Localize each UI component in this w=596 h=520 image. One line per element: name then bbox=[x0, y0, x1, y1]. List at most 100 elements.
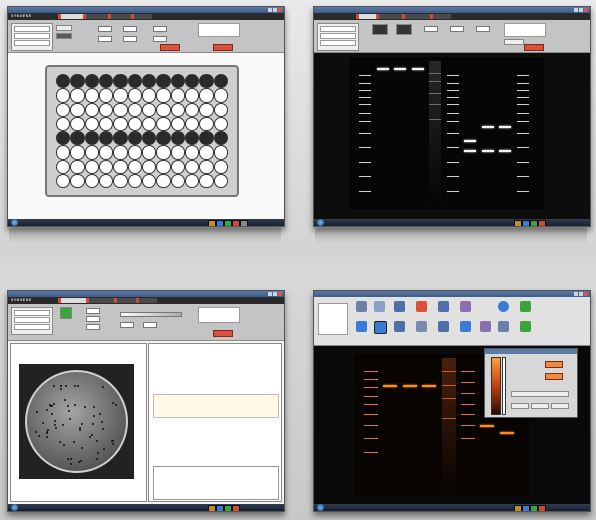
select-icon[interactable] bbox=[374, 321, 387, 334]
app-icon[interactable] bbox=[530, 220, 538, 226]
exposure-field[interactable] bbox=[98, 26, 112, 32]
app-icon[interactable] bbox=[538, 505, 546, 511]
tab-analysis[interactable] bbox=[86, 298, 115, 303]
arrow-icon[interactable] bbox=[520, 301, 531, 312]
brightness-slider[interactable] bbox=[120, 312, 182, 317]
capture-button[interactable] bbox=[213, 330, 233, 337]
app-icon[interactable] bbox=[232, 505, 240, 511]
camera-icon[interactable] bbox=[374, 301, 385, 312]
windows-start-icon[interactable] bbox=[317, 219, 324, 226]
tab-help[interactable] bbox=[430, 14, 451, 19]
tab-help[interactable] bbox=[136, 298, 157, 303]
iris-field[interactable] bbox=[143, 322, 157, 328]
camera-button[interactable] bbox=[60, 307, 72, 319]
minimize-icon[interactable] bbox=[574, 292, 578, 296]
tab-settings[interactable] bbox=[108, 14, 133, 19]
cancel-button[interactable] bbox=[531, 403, 549, 409]
image-icon[interactable] bbox=[438, 321, 449, 332]
tab-settings[interactable] bbox=[114, 298, 137, 303]
intensity-slider[interactable] bbox=[502, 357, 506, 415]
folder-icon[interactable] bbox=[514, 505, 522, 511]
tab-help[interactable] bbox=[131, 14, 152, 19]
iris-field[interactable] bbox=[123, 36, 137, 42]
aperture-field[interactable] bbox=[153, 26, 167, 32]
app-icon[interactable] bbox=[538, 220, 546, 226]
tab-capture[interactable] bbox=[58, 14, 85, 19]
tab-settings[interactable] bbox=[402, 14, 431, 19]
gain-field[interactable] bbox=[153, 36, 167, 42]
minimize-icon[interactable] bbox=[268, 8, 272, 12]
palette-select[interactable] bbox=[511, 391, 569, 397]
focus-field[interactable] bbox=[120, 322, 134, 328]
maximize-icon[interactable] bbox=[579, 8, 583, 12]
folder-icon[interactable] bbox=[208, 220, 216, 226]
list-item[interactable] bbox=[320, 33, 356, 39]
grid-icon[interactable] bbox=[438, 301, 449, 312]
tab-analysis[interactable] bbox=[376, 14, 403, 19]
list-item[interactable] bbox=[14, 26, 50, 32]
app-icon[interactable] bbox=[232, 220, 240, 226]
list-item[interactable] bbox=[320, 40, 356, 46]
minimize-icon[interactable] bbox=[268, 292, 272, 296]
app-icon[interactable] bbox=[240, 220, 248, 226]
print-icon[interactable] bbox=[394, 301, 405, 312]
maximize-icon[interactable] bbox=[579, 292, 583, 296]
minimize-icon[interactable] bbox=[574, 8, 578, 12]
light-button[interactable] bbox=[56, 33, 72, 39]
maximize-icon[interactable] bbox=[273, 292, 277, 296]
apply-button[interactable] bbox=[551, 403, 569, 409]
app-icon[interactable] bbox=[224, 505, 232, 511]
text-icon[interactable] bbox=[356, 321, 367, 332]
browser-icon[interactable] bbox=[216, 220, 224, 226]
live-button[interactable] bbox=[396, 24, 412, 35]
edit-icon[interactable] bbox=[460, 301, 471, 312]
maximize-icon[interactable] bbox=[273, 8, 277, 12]
ok-button[interactable] bbox=[511, 403, 529, 409]
browser-icon[interactable] bbox=[522, 505, 530, 511]
browser-icon[interactable] bbox=[216, 505, 224, 511]
capture-button[interactable] bbox=[524, 44, 544, 51]
tab-capture[interactable] bbox=[356, 14, 377, 19]
browser-icon[interactable] bbox=[522, 220, 530, 226]
zoom-field[interactable] bbox=[123, 26, 137, 32]
list-item[interactable] bbox=[320, 26, 356, 32]
open-icon[interactable] bbox=[356, 301, 367, 312]
zoom-icon[interactable] bbox=[394, 321, 405, 332]
list-item[interactable] bbox=[14, 317, 50, 323]
close-icon[interactable] bbox=[278, 8, 282, 12]
list-item[interactable] bbox=[14, 310, 50, 316]
windows-start-icon[interactable] bbox=[11, 219, 18, 226]
close-icon[interactable] bbox=[584, 292, 588, 296]
close-icon[interactable] bbox=[584, 8, 588, 12]
help-icon[interactable] bbox=[498, 301, 509, 312]
gain-field[interactable] bbox=[86, 316, 100, 322]
windows-start-icon[interactable] bbox=[11, 504, 18, 511]
app-icon[interactable] bbox=[224, 220, 232, 226]
band-icon[interactable] bbox=[480, 321, 491, 332]
zoom-field[interactable] bbox=[86, 324, 100, 330]
reset-button[interactable] bbox=[545, 373, 563, 380]
list-item[interactable] bbox=[14, 324, 50, 330]
auto-button[interactable] bbox=[545, 361, 563, 368]
camera-button[interactable] bbox=[56, 25, 72, 31]
measure-icon[interactable] bbox=[416, 321, 427, 332]
close-icon[interactable] bbox=[278, 292, 282, 296]
folder-icon[interactable] bbox=[208, 505, 216, 511]
tab-capture[interactable] bbox=[58, 298, 87, 303]
save-button[interactable] bbox=[213, 44, 233, 51]
app-icon[interactable] bbox=[530, 505, 538, 511]
preview-button[interactable] bbox=[372, 24, 388, 35]
report-icon[interactable] bbox=[498, 321, 509, 332]
list-item[interactable] bbox=[14, 40, 50, 46]
delete-icon[interactable] bbox=[416, 301, 427, 312]
focus-field[interactable] bbox=[98, 36, 112, 42]
zoom-field[interactable] bbox=[476, 26, 490, 32]
gain-field[interactable] bbox=[450, 26, 464, 32]
lane-icon[interactable] bbox=[460, 321, 471, 332]
exposure-field[interactable] bbox=[424, 26, 438, 32]
folder-icon[interactable] bbox=[514, 220, 522, 226]
exposure-field[interactable] bbox=[86, 308, 100, 314]
capture-button[interactable] bbox=[160, 44, 180, 51]
back-icon[interactable] bbox=[520, 321, 531, 332]
windows-start-icon[interactable] bbox=[317, 504, 324, 511]
